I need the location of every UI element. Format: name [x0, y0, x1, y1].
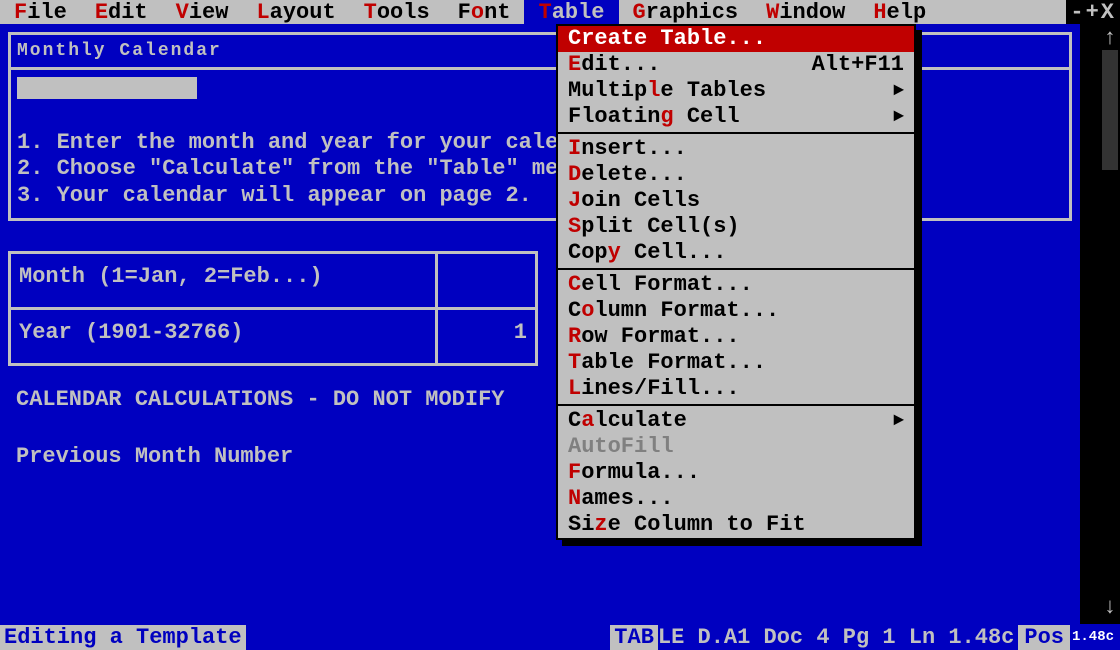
menu-item-multiple-tables[interactable]: Multiple Tables ►: [558, 78, 914, 104]
menu-layout[interactable]: Layout: [242, 0, 349, 25]
menu-view[interactable]: View: [162, 0, 243, 25]
menu-item-label: Delete...: [568, 162, 687, 188]
table-menu-dropdown: Create Table...Edit...Alt+F11Multiple Ta…: [556, 24, 916, 540]
menu-item-label: Cell Format...: [568, 272, 753, 298]
menu-separator: [558, 268, 914, 270]
month-label-cell: Month (1=Jan, 2=Feb...): [10, 253, 437, 309]
menu-item-label: Lines/Fill...: [568, 376, 740, 402]
vertical-scrollbar-thumb[interactable]: [1102, 50, 1118, 170]
submenu-arrow-icon: ►: [893, 104, 904, 130]
menu-item-create-table[interactable]: Create Table...: [558, 26, 914, 52]
scroll-down-arrow[interactable]: ↓: [1102, 595, 1118, 620]
menu-item-table-format[interactable]: Table Format...: [558, 350, 914, 376]
menu-item-copy-cell[interactable]: Copy Cell...: [558, 240, 914, 266]
scroll-up-arrow[interactable]: ↑: [1102, 26, 1118, 51]
menu-item-label: Floating Cell: [568, 104, 740, 130]
menu-item-label: Split Cell(s): [568, 214, 740, 240]
status-pos-value: 1.48c: [1070, 629, 1120, 645]
title-input-field[interactable]: [17, 77, 197, 99]
menu-item-column-format[interactable]: Column Format...: [558, 298, 914, 324]
menu-item-label: Calculate: [568, 408, 687, 434]
status-mode: Editing a Template: [0, 625, 246, 650]
menu-item-label: Edit...: [568, 52, 660, 78]
document-area: Monthly Calendar 1. Enter the month and …: [0, 24, 1080, 624]
menu-item-accelerator: Alt+F11: [812, 52, 904, 78]
menu-item-label: Column Format...: [568, 298, 779, 324]
status-tab-indicator: TAB: [610, 625, 658, 650]
menu-item-row-format[interactable]: Row Format...: [558, 324, 914, 350]
menu-item-label: Names...: [568, 486, 674, 512]
table-row: Month (1=Jan, 2=Feb...): [10, 253, 537, 309]
input-table: Month (1=Jan, 2=Feb...) Year (1901-32766…: [8, 251, 538, 366]
menu-tools[interactable]: Tools: [350, 0, 444, 25]
menu-item-names[interactable]: Names...: [558, 486, 914, 512]
menu-item-label: Join Cells: [568, 188, 700, 214]
menu-item-autofill: AutoFill: [558, 434, 914, 460]
menu-item-label: Table Format...: [568, 350, 766, 376]
submenu-arrow-icon: ►: [893, 78, 904, 104]
window-controls[interactable]: -+X: [1066, 0, 1120, 24]
menu-window[interactable]: Window: [752, 0, 859, 25]
month-value-cell[interactable]: [437, 253, 537, 309]
table-row: Year (1901-32766) 1: [10, 309, 537, 365]
menu-item-join-cells[interactable]: Join Cells: [558, 188, 914, 214]
menu-item-cell-format[interactable]: Cell Format...: [558, 272, 914, 298]
menu-table[interactable]: Table: [524, 0, 618, 25]
menu-item-label: Size Column to Fit: [568, 512, 806, 538]
menu-item-label: Insert...: [568, 136, 687, 162]
menu-item-label: Create Table...: [568, 26, 766, 52]
menu-item-size-column-to-fit[interactable]: Size Column to Fit: [558, 512, 914, 538]
menu-font[interactable]: Font: [444, 0, 525, 25]
menu-item-formula[interactable]: Formula...: [558, 460, 914, 486]
menu-item-calculate[interactable]: Calculate ►: [558, 408, 914, 434]
menu-item-lines-fill[interactable]: Lines/Fill...: [558, 376, 914, 402]
menu-item-label: Row Format...: [568, 324, 740, 350]
menu-item-floating-cell[interactable]: Floating Cell ►: [558, 104, 914, 130]
menu-edit[interactable]: Edit: [81, 0, 162, 25]
menu-separator: [558, 132, 914, 134]
year-label-cell: Year (1901-32766): [10, 309, 437, 365]
status-coordinates: LE D.A1 Doc 4 Pg 1 Ln 1.48c: [658, 625, 1014, 650]
year-value-cell[interactable]: 1: [437, 309, 537, 365]
menu-file[interactable]: File: [0, 0, 81, 25]
menu-item-label: Formula...: [568, 460, 700, 486]
menu-item-label: AutoFill: [568, 434, 674, 460]
menubar: FileEditViewLayoutToolsFontTableGraphics…: [0, 0, 1120, 24]
menu-item-edit[interactable]: Edit... Alt+F11: [558, 52, 914, 78]
menu-item-split-cell-s[interactable]: Split Cell(s): [558, 214, 914, 240]
menu-item-label: Multiple Tables: [568, 78, 766, 104]
menu-item-insert[interactable]: Insert...: [558, 136, 914, 162]
status-bar: Editing a Template TAB LE D.A1 Doc 4 Pg …: [0, 624, 1120, 650]
menu-item-label: Copy Cell...: [568, 240, 726, 266]
menu-graphics[interactable]: Graphics: [619, 0, 753, 25]
menu-help[interactable]: Help: [859, 0, 940, 25]
submenu-arrow-icon: ►: [893, 408, 904, 434]
menu-item-delete[interactable]: Delete...: [558, 162, 914, 188]
menu-separator: [558, 404, 914, 406]
status-pos-label: Pos: [1018, 625, 1070, 650]
